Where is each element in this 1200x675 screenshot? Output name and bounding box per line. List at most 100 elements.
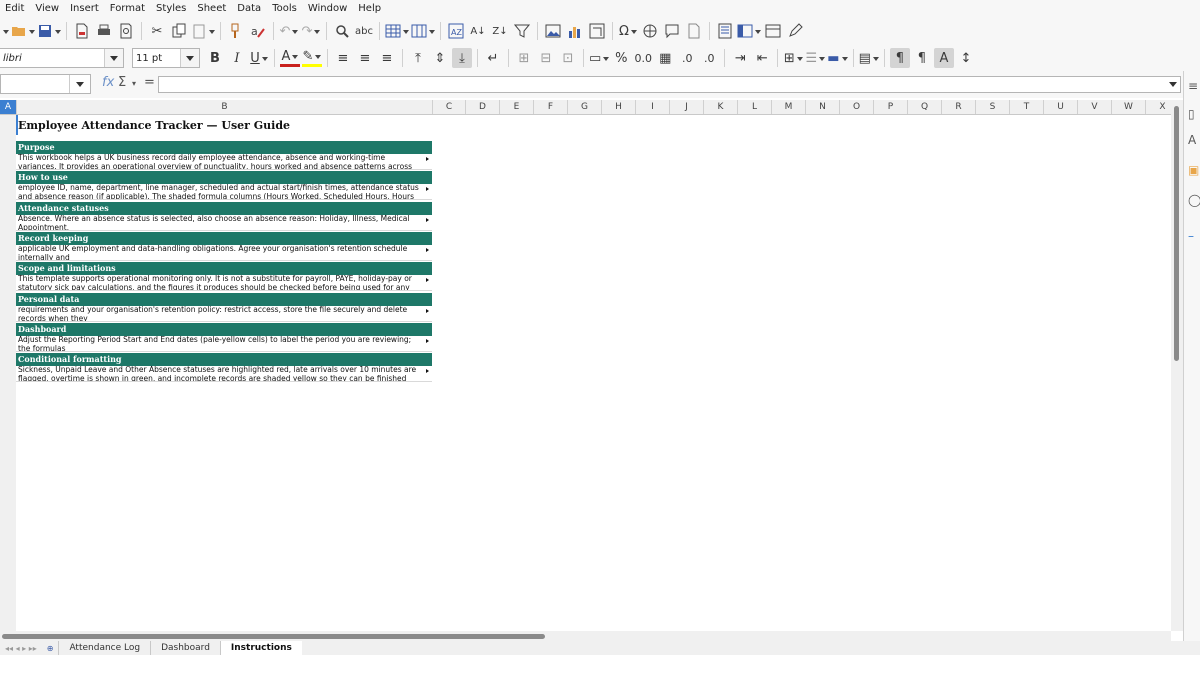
new-document-icon[interactable] bbox=[1, 21, 9, 41]
add-decimal-icon[interactable]: .0 bbox=[677, 48, 697, 68]
section-heading[interactable]: Purpose bbox=[16, 141, 432, 154]
conditional-format-icon[interactable]: ▤ bbox=[859, 48, 879, 68]
name-box[interactable] bbox=[0, 74, 91, 94]
align-bottom-icon[interactable]: ⤓ bbox=[452, 48, 472, 68]
menu-window[interactable]: Window bbox=[303, 3, 353, 14]
open-folder-icon[interactable] bbox=[11, 21, 35, 41]
define-print-area-icon[interactable] bbox=[715, 21, 735, 41]
sort-icon[interactable]: AZ bbox=[446, 21, 466, 41]
date-format-icon[interactable]: ▦ bbox=[655, 48, 675, 68]
font-name-combo[interactable]: libri bbox=[0, 48, 124, 68]
show-draw-functions-icon[interactable] bbox=[785, 21, 805, 41]
menu-tools[interactable]: Tools bbox=[267, 3, 303, 14]
column-header-b[interactable]: B bbox=[17, 100, 433, 114]
headers-footers-icon[interactable] bbox=[684, 21, 704, 41]
currency-format-icon[interactable]: ▭ bbox=[589, 48, 609, 68]
section-heading[interactable]: Scope and limitations bbox=[16, 262, 432, 276]
formula-icon[interactable]: = bbox=[144, 75, 155, 90]
column-header-m[interactable]: M bbox=[772, 100, 806, 114]
column-header-s[interactable]: S bbox=[976, 100, 1010, 114]
column-header-c[interactable]: C bbox=[433, 100, 466, 114]
column-header-h[interactable]: H bbox=[602, 100, 636, 114]
chevron-down-icon[interactable]: ▾ bbox=[132, 79, 136, 88]
number-format-icon[interactable]: 0.0 bbox=[633, 48, 653, 68]
sheet-grid[interactable]: Employee Attendance Tracker — User Guide… bbox=[16, 115, 1171, 631]
sheet-tab-dashboard[interactable]: Dashboard bbox=[150, 641, 220, 655]
menu-view[interactable]: View bbox=[30, 3, 65, 14]
section-heading[interactable]: Dashboard bbox=[16, 322, 432, 336]
left-to-right-icon[interactable]: ¶ bbox=[889, 48, 910, 68]
unmerge-cells-icon[interactable]: ⊡ bbox=[558, 48, 578, 68]
column-header-n[interactable]: N bbox=[806, 100, 840, 114]
autofilter-icon[interactable] bbox=[512, 21, 532, 41]
sort-descending-icon[interactable]: Z↓ bbox=[490, 21, 510, 41]
menu-styles[interactable]: Styles bbox=[151, 3, 192, 14]
section-body-cell[interactable]: Absence. Where an absence status is sele… bbox=[16, 215, 432, 231]
chevron-down-icon[interactable] bbox=[69, 75, 90, 93]
section-body-cell[interactable]: This template supports operational monit… bbox=[16, 275, 432, 292]
copy-icon[interactable] bbox=[169, 21, 189, 41]
merge-center-icon[interactable]: ⊞ bbox=[514, 48, 534, 68]
navigator-icon[interactable]: ▣ bbox=[1188, 163, 1199, 177]
section-body-cell[interactable]: Sickness, Unpaid Leave and Other Absence… bbox=[16, 366, 432, 383]
formula-input[interactable] bbox=[158, 76, 1181, 93]
expand-formula-bar-icon[interactable] bbox=[1166, 77, 1180, 92]
delete-decimal-icon[interactable]: .0 bbox=[699, 48, 719, 68]
cut-icon[interactable]: ✂ bbox=[147, 21, 167, 41]
save-icon[interactable] bbox=[37, 21, 61, 41]
text-vertical-icon[interactable]: ↕ bbox=[956, 48, 976, 68]
undo-icon[interactable]: ↶ bbox=[279, 21, 299, 41]
insert-image-icon[interactable] bbox=[543, 21, 563, 41]
align-left-icon[interactable]: ≡ bbox=[333, 48, 353, 68]
split-window-icon[interactable] bbox=[763, 21, 783, 41]
add-sheet-icon[interactable]: ⊕ bbox=[42, 644, 59, 653]
section-heading[interactable]: Conditional formatting bbox=[16, 353, 432, 367]
percent-format-icon[interactable]: % bbox=[611, 48, 631, 68]
properties-icon[interactable]: ≡ bbox=[1188, 79, 1198, 93]
decrease-indent-icon[interactable]: ⇤ bbox=[752, 48, 772, 68]
wrap-text-icon[interactable]: ↵ bbox=[483, 48, 503, 68]
functions-icon[interactable]: ◯ bbox=[1188, 193, 1200, 207]
merge-cells-icon[interactable]: ⊟ bbox=[536, 48, 556, 68]
redo-icon[interactable]: ↷ bbox=[301, 21, 321, 41]
horizontal-scrollbar[interactable] bbox=[0, 631, 1171, 641]
clone-formatting-icon[interactable] bbox=[226, 21, 246, 41]
column-header-i[interactable]: I bbox=[636, 100, 670, 114]
find-replace-icon[interactable] bbox=[332, 21, 352, 41]
comment-icon[interactable] bbox=[662, 21, 682, 41]
section-heading[interactable]: Record keeping bbox=[16, 231, 432, 245]
menu-help[interactable]: Help bbox=[353, 3, 387, 14]
column-header-u[interactable]: U bbox=[1044, 100, 1078, 114]
right-to-left-icon[interactable]: ¶ bbox=[912, 48, 932, 68]
column-header-a[interactable]: A bbox=[0, 100, 17, 114]
row-headers[interactable] bbox=[0, 115, 17, 631]
column-header-j[interactable]: J bbox=[670, 100, 704, 114]
vertical-scroll-thumb[interactable] bbox=[1174, 106, 1179, 361]
spelling-icon[interactable]: abc bbox=[354, 21, 374, 41]
underline-icon[interactable]: U bbox=[249, 48, 269, 68]
highlight-color-icon[interactable]: ✎ bbox=[302, 49, 322, 67]
tab-navigation-icon[interactable]: ◂◂ ◂ ▸ ▸▸ bbox=[0, 644, 42, 653]
function-wizard-icon[interactable]: fx bbox=[102, 75, 114, 90]
column-header-f[interactable]: F bbox=[534, 100, 568, 114]
column-header-q[interactable]: Q bbox=[908, 100, 942, 114]
column-header-e[interactable]: E bbox=[500, 100, 534, 114]
menu-sheet[interactable]: Sheet bbox=[192, 3, 232, 14]
italic-icon[interactable]: I bbox=[227, 48, 247, 68]
hyperlink-icon[interactable] bbox=[640, 21, 660, 41]
special-character-icon[interactable]: Ω bbox=[618, 21, 638, 41]
menu-insert[interactable]: Insert bbox=[65, 3, 105, 14]
sheet-tab-attendance-log[interactable]: Attendance Log bbox=[58, 641, 150, 655]
align-right-icon[interactable]: ≡ bbox=[377, 48, 397, 68]
menu-format[interactable]: Format bbox=[105, 3, 151, 14]
styles-icon[interactable]: ▯ bbox=[1188, 107, 1195, 121]
increase-indent-icon[interactable]: ⇥ bbox=[730, 48, 750, 68]
column-header-r[interactable]: R bbox=[942, 100, 976, 114]
column-icon[interactable] bbox=[411, 21, 435, 41]
print-icon[interactable] bbox=[94, 21, 114, 41]
section-body-cell[interactable]: This workbook helps a UK business record… bbox=[16, 154, 432, 170]
sidebar-settings-icon[interactable]: – bbox=[1188, 229, 1194, 243]
sheet-tab-instructions[interactable]: Instructions bbox=[219, 641, 302, 655]
borders-icon[interactable]: ⊞ bbox=[783, 48, 803, 68]
font-size-combo[interactable]: 11 pt bbox=[132, 48, 200, 68]
